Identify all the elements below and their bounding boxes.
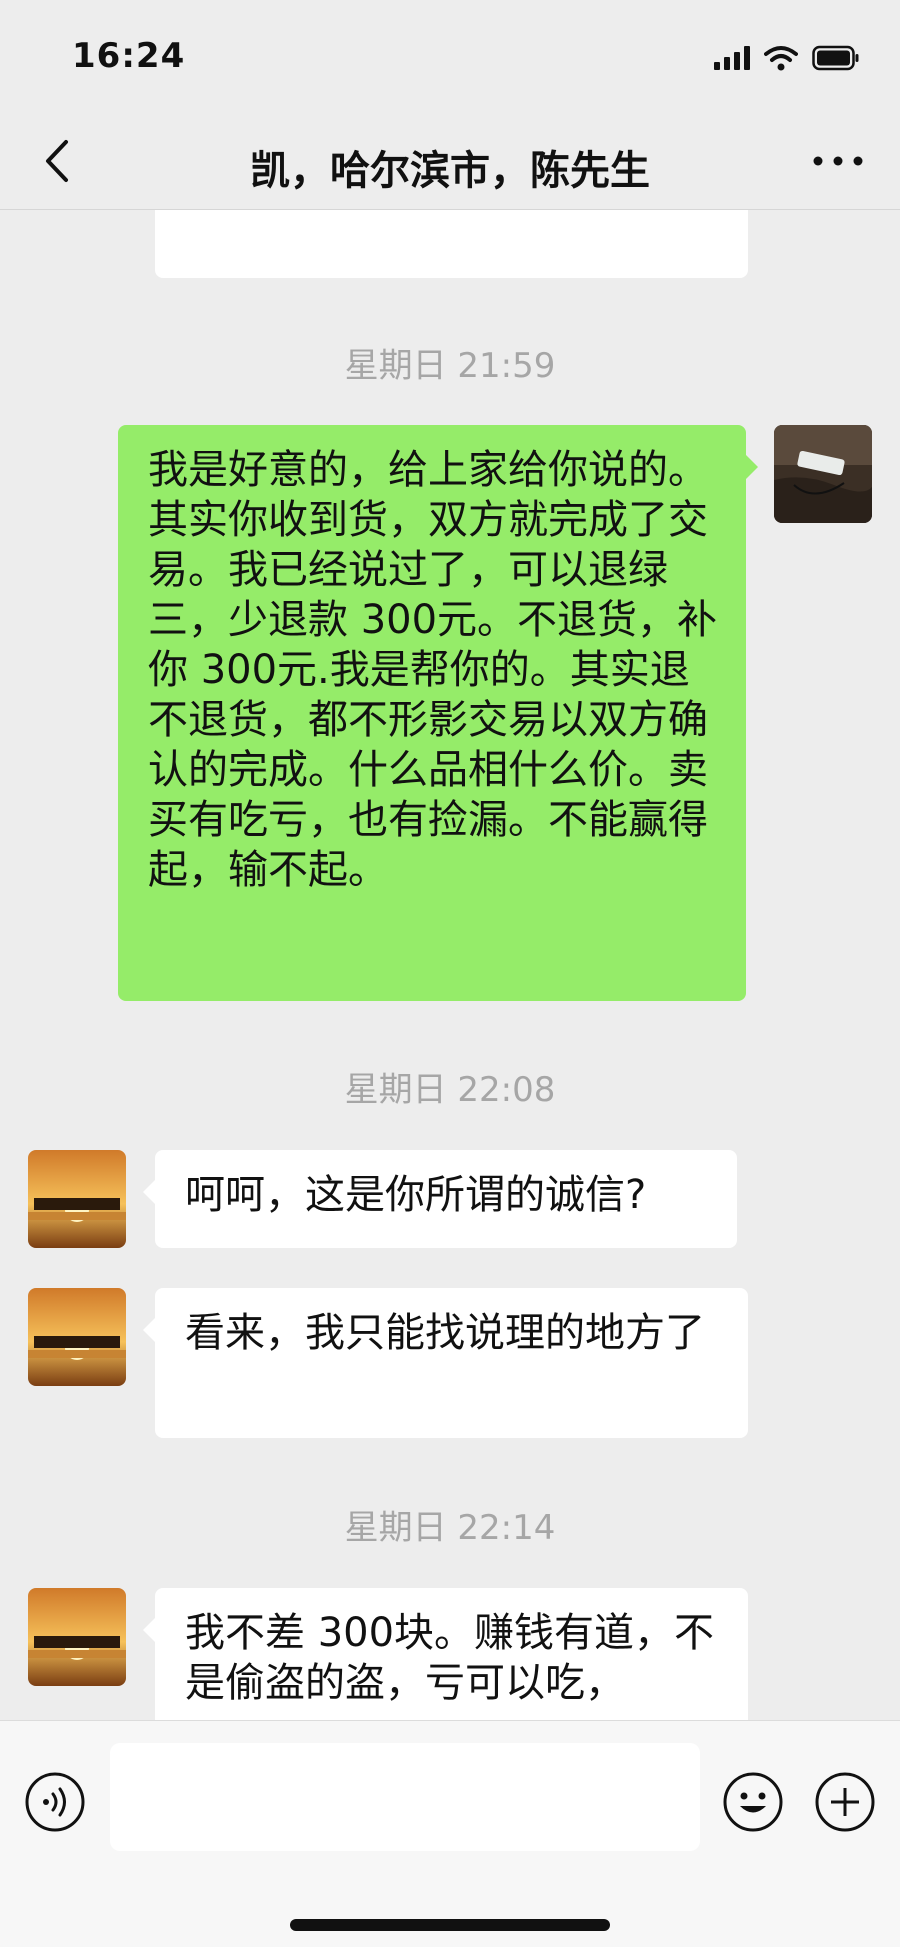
wifi-icon: [764, 46, 798, 71]
message-text: 我不差 300块。赚钱有道，不是偷盗的盗，亏可以吃，: [185, 1610, 715, 1706]
message-input[interactable]: [110, 1743, 700, 1851]
signal-icon: [714, 46, 750, 70]
status-icons: [714, 40, 860, 76]
status-time: 16:24: [72, 36, 186, 76]
voice-button[interactable]: [24, 1771, 86, 1833]
battery-icon: [812, 45, 859, 71]
contact-avatar[interactable]: [28, 1150, 126, 1248]
more-button[interactable]: [808, 134, 868, 188]
emoji-button[interactable]: [722, 1771, 784, 1833]
contact-avatar[interactable]: [28, 1288, 126, 1386]
message-bubble-outgoing[interactable]: 我是好意的，给上家给你说的。其实你收到货，双方就完成了交易。我已经说过了，可以退…: [118, 425, 758, 1001]
message-bubble-incoming[interactable]: 呵呵，这是你所谓的诚信?: [143, 1150, 737, 1248]
input-bar: [0, 1720, 900, 1947]
voice-icon: [25, 1772, 85, 1832]
message-text: 看来，我只能找说理的地方了: [185, 1310, 705, 1356]
home-indicator[interactable]: [290, 1919, 610, 1931]
avatar-image: [28, 1588, 126, 1686]
timestamp: 星期日 21:59: [344, 346, 556, 386]
chat-title: 凯，哈尔滨市，陈先生: [250, 148, 650, 194]
chat-header: 凯，哈尔滨市，陈先生: [0, 112, 900, 210]
emoji-icon: [723, 1772, 783, 1832]
avatar-image: [774, 425, 872, 523]
avatar-image: [28, 1150, 126, 1248]
contact-avatar[interactable]: [28, 1588, 126, 1686]
status-bar: 16:24: [0, 0, 900, 112]
more-dots-icon: [813, 156, 863, 166]
message-bubble-incoming[interactable]: 看来，我只能找说理的地方了: [143, 1288, 748, 1438]
timestamp: 星期日 22:14: [344, 1508, 556, 1548]
message-list[interactable]: 觉得被骗了吗? 星期日 21:59 我是好意的，给上家给你说的。其实你收到货，双…: [0, 170, 900, 1720]
plus-button[interactable]: [814, 1771, 876, 1833]
message-text: 我是好意的，给上家给你说的。其实你收到货，双方就完成了交易。我已经说过了，可以退…: [148, 447, 718, 893]
plus-icon: [815, 1772, 875, 1832]
timestamp: 星期日 22:08: [344, 1070, 556, 1110]
message-bubble-incoming[interactable]: 我不差 300块。赚钱有道，不是偷盗的盗，亏可以吃，: [143, 1588, 748, 1720]
message-text: 呵呵，这是你所谓的诚信?: [185, 1172, 647, 1218]
avatar-image: [28, 1288, 126, 1386]
my-avatar[interactable]: [774, 425, 872, 523]
